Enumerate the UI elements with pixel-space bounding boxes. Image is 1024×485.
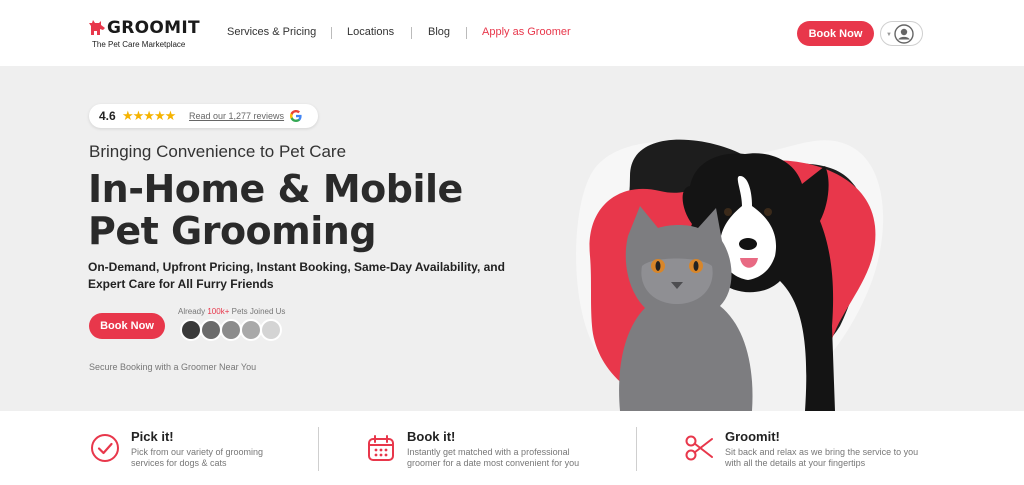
secure-booking-text: Secure Booking with a Groomer Near You: [89, 362, 257, 372]
reviews-link[interactable]: Read our 1,277 reviews: [189, 111, 284, 121]
site-header: GROOMIT The Pet Care Marketplace Service…: [0, 0, 1024, 66]
headline-line-1: In-Home & Mobile: [88, 167, 463, 211]
brand-name: GROOMIT: [107, 18, 200, 38]
calendar-icon: [368, 435, 394, 461]
pet-avatar: [260, 319, 282, 341]
feature-title: Groomit!: [725, 429, 780, 444]
feature-divider: [636, 427, 637, 471]
feature-text: Sit back and relax as we bring the servi…: [725, 447, 919, 468]
dog-logo-icon: [89, 20, 105, 35]
pets-joined-text: Already 100k+ Pets Joined Us: [178, 307, 286, 316]
pet-avatar: [180, 319, 202, 341]
google-icon: [290, 110, 302, 122]
header-book-now-button[interactable]: Book Now: [797, 21, 874, 46]
pet-avatar: [220, 319, 242, 341]
nav-locations[interactable]: Locations: [347, 26, 394, 38]
brand-tagline: The Pet Care Marketplace: [92, 40, 186, 49]
feature-text: Instantly get matched with a professiona…: [407, 447, 580, 468]
hero-subtitle: Bringing Convenience to Pet Care: [89, 142, 347, 161]
rating-badge: 4.6 ★★★★★ Read our 1,277 reviews: [89, 104, 318, 128]
scissors-icon: [685, 435, 713, 461]
chevron-down-icon: ▼: [886, 32, 892, 38]
nav-apply-as-groomer[interactable]: Apply as Groomer: [482, 26, 571, 38]
hero-book-now-button[interactable]: Book Now: [89, 313, 165, 339]
pets-joined-count: 100k+: [207, 307, 230, 316]
rating-value: 4.6: [99, 109, 116, 123]
feature-title: Pick it!: [131, 429, 174, 444]
star-rating-icon: ★★★★★: [122, 108, 176, 123]
brand-logo[interactable]: GROOMIT The Pet Care Marketplace: [88, 16, 200, 52]
nav-divider: [331, 27, 332, 39]
user-menu-button[interactable]: ▼: [880, 21, 923, 46]
nav-divider: [411, 27, 412, 39]
pet-avatar: [240, 319, 262, 341]
headline-line-2: Pet Grooming: [88, 209, 377, 253]
feature-title: Book it!: [407, 429, 456, 444]
cat-and-dog-illustration: [576, 139, 884, 411]
hero-headline: In-Home & Mobile Pet Grooming: [88, 168, 463, 252]
nav-services-pricing[interactable]: Services & Pricing: [227, 26, 316, 38]
feature-text: Pick from our variety of grooming servic…: [131, 447, 264, 468]
nav-divider: [466, 27, 467, 39]
feature-divider: [318, 427, 319, 471]
pet-avatar: [200, 319, 222, 341]
nav-blog[interactable]: Blog: [428, 26, 450, 38]
check-circle-icon: [91, 434, 119, 462]
hero-description: On-Demand, Upfront Pricing, Instant Book…: [88, 260, 505, 291]
features-strip: Pick it! Pick from our variety of groomi…: [0, 411, 1024, 485]
user-circle-icon: [894, 24, 914, 44]
